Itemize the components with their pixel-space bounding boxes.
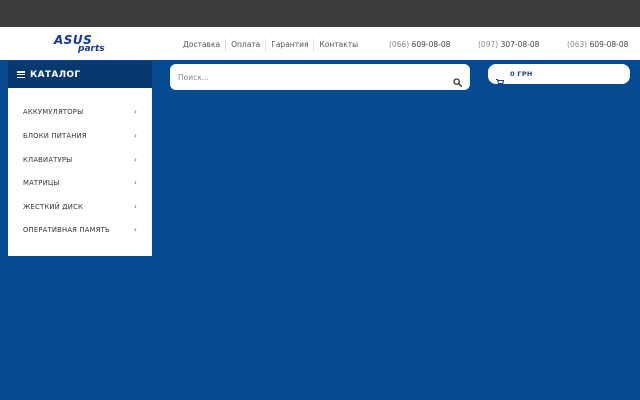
chevron-right-icon: › — [133, 131, 137, 140]
catalog-item-power-supplies[interactable]: БЛОКИ ПИТАНИЯ › — [8, 128, 152, 144]
nav-link-payment[interactable]: Оплата — [225, 39, 265, 51]
catalog-item-batteries[interactable]: АККУМУЛЯТОРЫ › — [8, 104, 152, 120]
nav-link-delivery[interactable]: Доставка — [183, 39, 225, 51]
chevron-right-icon: › — [133, 225, 137, 234]
catalog-item-label: БЛОКИ ПИТАНИЯ — [23, 132, 87, 140]
phone-number-3[interactable]: (063) 609-08-08 — [567, 39, 628, 51]
cart-total: 0 ГРН — [510, 70, 533, 78]
logo-text-parts: parts — [78, 44, 105, 54]
catalog-header[interactable]: КАТАЛОГ — [8, 61, 152, 88]
cart-button[interactable]: 0 ГРН — [488, 64, 630, 86]
catalog-item-label: МАТРИЦЫ — [23, 179, 60, 187]
phone-digits: 609-08-08 — [589, 40, 629, 49]
search-icon[interactable] — [453, 72, 463, 88]
search-input[interactable] — [178, 68, 438, 86]
phone-code: (063) — [567, 40, 588, 49]
site-logo[interactable]: ASUS parts — [54, 34, 114, 56]
chevron-right-icon: › — [133, 107, 137, 116]
cart-icon — [496, 71, 505, 86]
phone-digits: 307-08-08 — [500, 40, 540, 49]
catalog-item-label: ОПЕРАТИВНАЯ ПАМЯТЬ — [23, 226, 110, 234]
catalog-item-hard-drives[interactable]: ЖЕСТКИЙ ДИСК › — [8, 199, 152, 215]
catalog-item-label: КЛАВИАТУРЫ — [23, 156, 73, 164]
catalog-title: КАТАЛОГ — [30, 69, 81, 80]
catalog-item-label: ЖЕСТКИЙ ДИСК — [23, 203, 84, 211]
catalog-item-keyboards[interactable]: КЛАВИАТУРЫ › — [8, 152, 152, 168]
catalog-menu: КАТАЛОГ АККУМУЛЯТОРЫ › БЛОКИ ПИТАНИЯ › К… — [8, 61, 152, 256]
menu-icon — [17, 71, 25, 78]
chevron-right-icon: › — [133, 178, 137, 187]
phone-number-1[interactable]: (066) 609-08-08 — [389, 39, 450, 51]
phone-number-2[interactable]: (097) 307-08-08 — [478, 39, 539, 51]
chevron-right-icon: › — [133, 155, 137, 164]
nav-link-warranty[interactable]: Гарантия — [265, 39, 313, 51]
chevron-right-icon: › — [133, 202, 137, 211]
catalog-item-matrices[interactable]: МАТРИЦЫ › — [8, 175, 152, 191]
catalog-item-label: АККУМУЛЯТОРЫ — [23, 108, 84, 116]
catalog-item-ram[interactable]: ОПЕРАТИВНАЯ ПАМЯТЬ › — [8, 222, 152, 238]
phone-digits: 609-08-08 — [411, 40, 451, 49]
nav-link-contacts[interactable]: Контакты — [313, 39, 363, 51]
search-box — [170, 64, 470, 90]
top-bar — [0, 0, 640, 27]
header-nav: Доставка Оплата Гарантия Контакты — [183, 38, 363, 52]
phone-code: (066) — [389, 40, 410, 49]
phone-code: (097) — [478, 40, 499, 49]
